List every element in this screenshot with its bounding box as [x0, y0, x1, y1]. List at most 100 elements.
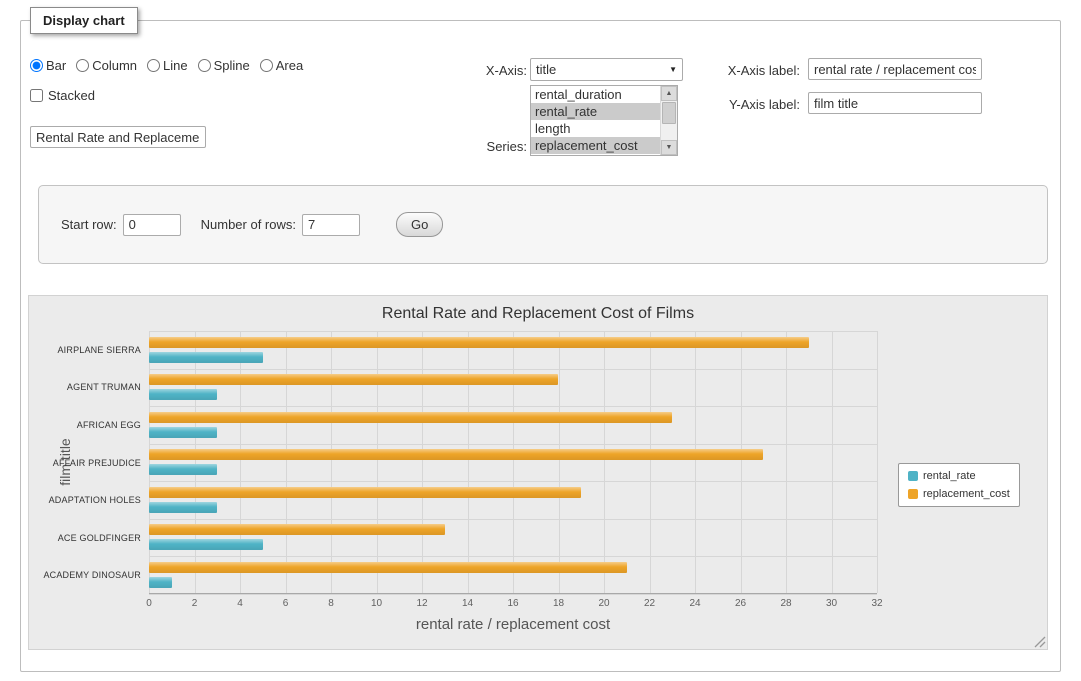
v-gridline [240, 331, 241, 593]
number-of-rows-input[interactable] [302, 214, 360, 236]
chart-type-option-column[interactable]: Column [76, 58, 137, 73]
chart-type-option-bar[interactable]: Bar [30, 58, 66, 73]
chart-panel: Rental Rate and Replacement Cost of Film… [28, 295, 1048, 650]
chart-type-radio-column[interactable] [76, 59, 89, 72]
v-gridline [513, 331, 514, 593]
h-gridline [149, 481, 877, 482]
x-tick-label: 14 [462, 598, 473, 609]
chart-type-radio-label: Line [163, 58, 188, 73]
bar-replacement_cost [149, 524, 445, 535]
x-axis-title: rental rate / replacement cost [149, 616, 877, 633]
h-gridline [149, 369, 877, 370]
bar-rental_rate [149, 539, 263, 550]
legend-item-rental_rate[interactable]: rental_rate [908, 470, 1010, 482]
v-gridline [695, 331, 696, 593]
legend-item-replacement_cost[interactable]: replacement_cost [908, 488, 1010, 500]
chart-title-input[interactable] [30, 126, 206, 148]
x-tick-label: 26 [735, 598, 746, 609]
h-gridline [149, 594, 877, 595]
chart-type-option-line[interactable]: Line [147, 58, 188, 73]
bar-replacement_cost [149, 412, 672, 423]
series-scrollbar[interactable]: ▲ ▼ [660, 86, 677, 155]
bar-rental_rate [149, 352, 263, 363]
chart-type-option-spline[interactable]: Spline [198, 58, 250, 73]
scroll-down-icon[interactable]: ▼ [661, 140, 677, 155]
legend-swatch [908, 489, 918, 499]
scroll-up-icon[interactable]: ▲ [661, 86, 677, 101]
series-option-rental_rate[interactable]: rental_rate [531, 103, 660, 120]
v-gridline [149, 331, 150, 593]
series-option-replacement_cost[interactable]: replacement_cost [531, 137, 660, 154]
fieldset-legend: Display chart [30, 7, 138, 34]
series-option-rental_duration[interactable]: rental_duration [531, 86, 660, 103]
v-gridline [741, 331, 742, 593]
category-label: ACADEMY DINOSAUR [29, 570, 141, 580]
chart-type-radio-line[interactable] [147, 59, 160, 72]
chart-type-radio-spline[interactable] [198, 59, 211, 72]
series-option-length[interactable]: length [531, 120, 660, 137]
v-gridline [559, 331, 560, 593]
chart-type-option-area[interactable]: Area [260, 58, 303, 73]
stacked-label: Stacked [48, 88, 95, 103]
bar-rental_rate [149, 427, 217, 438]
stacked-checkbox[interactable] [30, 89, 43, 102]
category-label: AFRICAN EGG [29, 420, 141, 430]
category-label: ADAPTATION HOLES [29, 495, 141, 505]
x-tick-label: 24 [689, 598, 700, 609]
v-gridline [877, 331, 878, 593]
series-listbox[interactable]: rental_durationrental_ratelengthreplacem… [530, 85, 678, 156]
legend-swatch [908, 471, 918, 481]
chart-type-radio-area[interactable] [260, 59, 273, 72]
scroll-thumb[interactable] [662, 102, 676, 124]
x-tick-label: 4 [237, 598, 243, 609]
start-row-input[interactable] [123, 214, 181, 236]
v-gridline [786, 331, 787, 593]
chart-type-radio-bar[interactable] [30, 59, 43, 72]
x-axis-ticks: 02468101214161820222426283032 [149, 598, 877, 612]
v-gridline [468, 331, 469, 593]
stacked-checkbox-row: Stacked [30, 88, 95, 103]
scroll-track[interactable] [661, 101, 677, 140]
bar-rental_rate [149, 577, 172, 588]
x-tick-label: 10 [371, 598, 382, 609]
chart-type-radio-label: Bar [46, 58, 66, 73]
h-gridline [149, 519, 877, 520]
x-tick-label: 8 [328, 598, 334, 609]
legend-label: rental_rate [923, 470, 976, 482]
go-button[interactable]: Go [396, 212, 443, 237]
number-of-rows-label: Number of rows: [201, 217, 296, 232]
x-tick-label: 18 [553, 598, 564, 609]
y-axis-label-field-label: Y-Axis label: [690, 97, 800, 112]
v-gridline [195, 331, 196, 593]
x-tick-label: 28 [780, 598, 791, 609]
chart-type-radio-label: Area [276, 58, 303, 73]
bar-replacement_cost [149, 449, 763, 460]
chart-type-radio-label: Column [92, 58, 137, 73]
bar-replacement_cost [149, 337, 809, 348]
legend-label: replacement_cost [923, 488, 1010, 500]
x-tick-label: 0 [146, 598, 152, 609]
x-tick-label: 22 [644, 598, 655, 609]
h-gridline [149, 331, 877, 332]
resize-handle-icon[interactable] [1034, 636, 1046, 648]
y-axis-label-input[interactable] [808, 92, 982, 114]
v-gridline [650, 331, 651, 593]
x-axis-label-input[interactable] [808, 58, 982, 80]
v-gridline [377, 331, 378, 593]
x-axis-label-field-label: X-Axis label: [690, 63, 800, 78]
plot-area [149, 331, 877, 594]
v-gridline [422, 331, 423, 593]
v-gridline [331, 331, 332, 593]
bar-rental_rate [149, 389, 217, 400]
x-axis-select[interactable]: title [530, 58, 683, 81]
rows-panel: Start row: Number of rows: Go [38, 185, 1048, 264]
x-tick-label: 12 [416, 598, 427, 609]
chart-type-radio-label: Spline [214, 58, 250, 73]
chart-type-radio-group: Bar Column Line Spline Area [30, 58, 303, 73]
bar-replacement_cost [149, 374, 558, 385]
series-label: Series: [440, 139, 527, 154]
v-gridline [604, 331, 605, 593]
bar-replacement_cost [149, 562, 627, 573]
bar-replacement_cost [149, 487, 581, 498]
x-tick-label: 2 [192, 598, 198, 609]
